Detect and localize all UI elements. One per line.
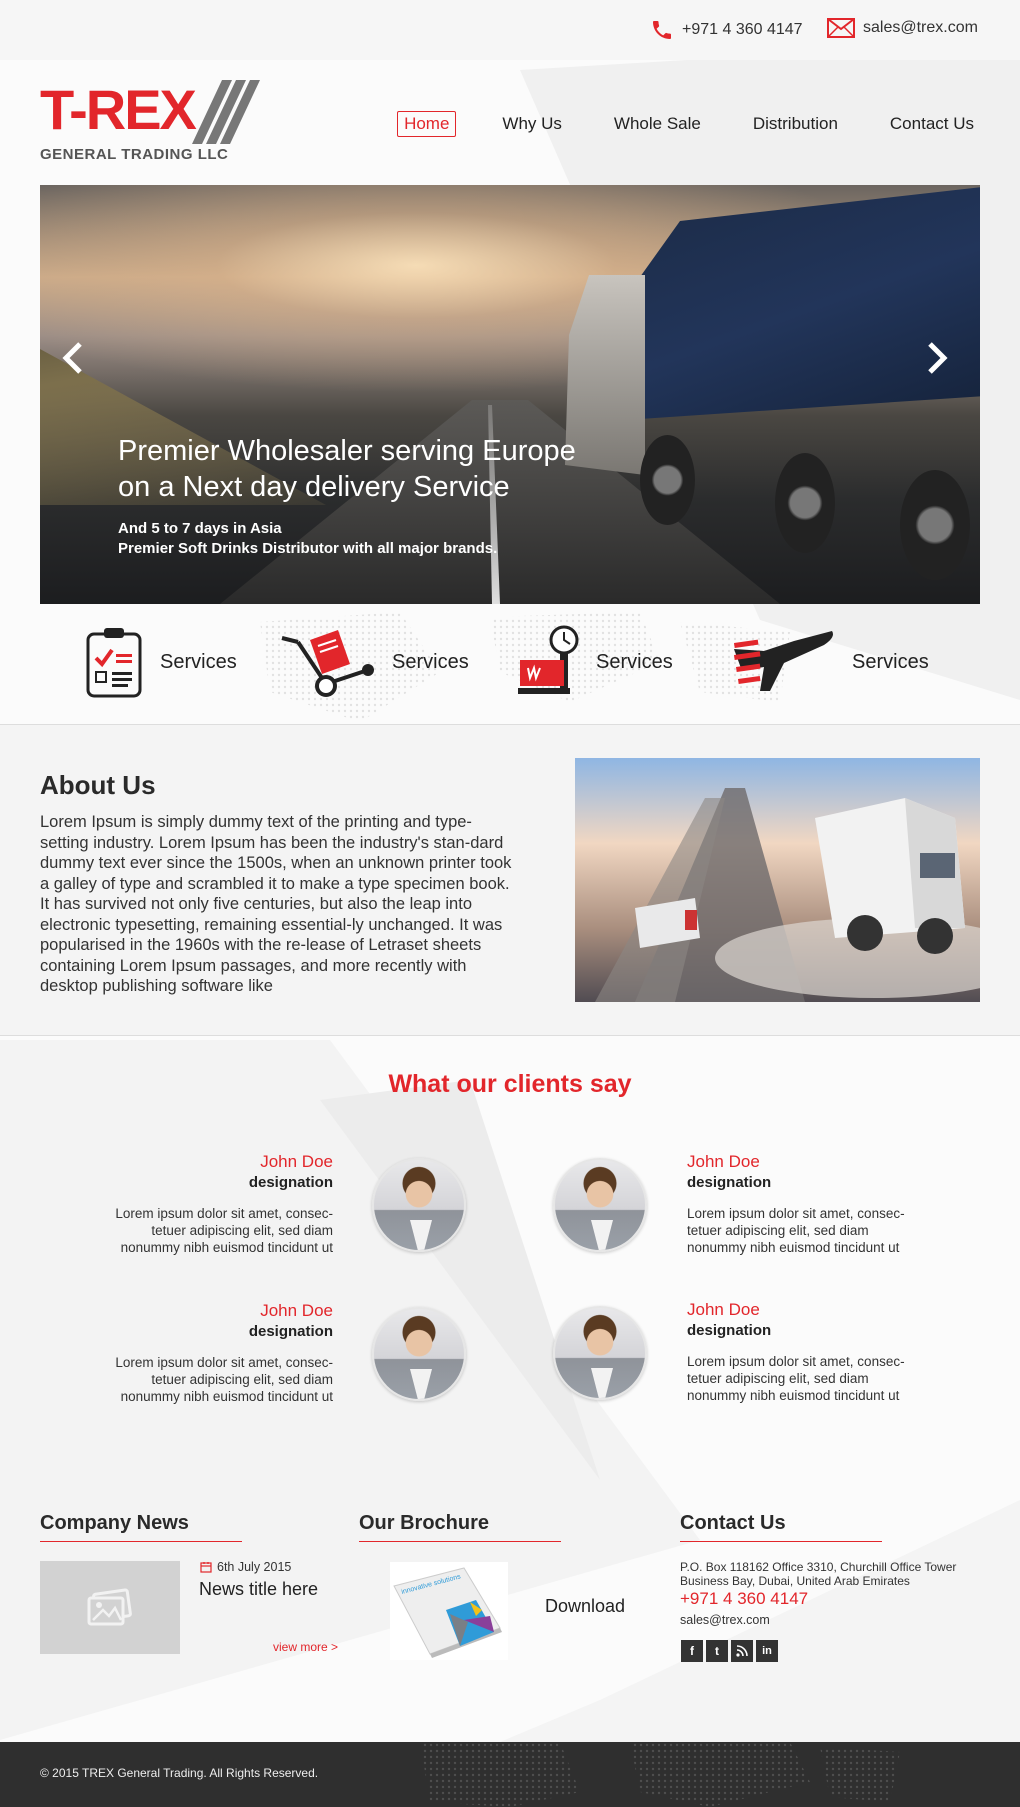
hero-title-line2: on a Next day delivery Service	[118, 471, 510, 503]
service-label-2: Services	[392, 650, 469, 673]
clipboard-icon	[86, 628, 142, 698]
service-label-1: Services	[160, 650, 237, 673]
truck-wheel	[640, 435, 695, 525]
brochure-title: Our Brochure	[359, 1512, 490, 1534]
logo[interactable]: T-REX GENERAL TRADING LLC	[40, 80, 260, 164]
about-image	[575, 758, 980, 1002]
top-email-text: sales@trex.com	[863, 19, 978, 36]
testimonial-text: Lorem ipsum dolor sit amet, consec-tetue…	[687, 1354, 905, 1403]
testimonial-card: John Doe designation Lorem ipsum dolor s…	[687, 1152, 977, 1272]
logo-wordmark: T-REX	[40, 78, 197, 141]
hero-title-line1: Premier Wholesaler serving Europe	[118, 435, 576, 467]
rss-icon[interactable]	[731, 1640, 753, 1662]
service-item-1[interactable]: Services	[84, 622, 237, 702]
avatar	[553, 1306, 647, 1400]
envelope-icon	[827, 18, 855, 38]
contact-divider	[680, 1541, 882, 1542]
news-item-title[interactable]: News title here	[199, 1579, 318, 1600]
contact-title: Contact Us	[680, 1512, 786, 1534]
view-more-link[interactable]: view more >	[273, 1640, 338, 1654]
footer: © 2015 TREX General Trading. All Rights …	[0, 1742, 1020, 1807]
page: +971 4 360 4147 sales@trex.com T-REX GEN…	[0, 0, 1020, 1807]
chevron-right-icon	[928, 342, 948, 374]
image-placeholder-icon	[87, 1588, 132, 1625]
hero-sub-line2: Premier Soft Drinks Distributor with all…	[118, 540, 498, 557]
avatar	[372, 1307, 466, 1401]
testimonial-designation: designation	[248, 1323, 333, 1340]
avatar	[372, 1158, 466, 1252]
nav-whole-sale[interactable]: Whole Sale	[608, 112, 707, 136]
testimonial-designation: designation	[248, 1174, 333, 1191]
service-label-4: Services	[852, 650, 929, 673]
news-date-text: 6th July 2015	[217, 1560, 292, 1574]
brochure-divider	[359, 1541, 561, 1542]
testimonial-text: Lorem ipsum dolor sit amet, consec-tetue…	[115, 1355, 333, 1404]
calendar-icon	[200, 1562, 212, 1573]
news-title: Company News	[40, 1512, 189, 1534]
address-line-1: P.O. Box 118162 Office 3310, Churchill O…	[680, 1560, 957, 1574]
logo-tagline: GENERAL TRADING LLC	[40, 146, 229, 163]
news-divider	[40, 1541, 242, 1542]
logo-slash-marks	[192, 80, 260, 144]
contact-phone[interactable]: +971 4 360 4147	[680, 1589, 808, 1609]
hero-title: Premier Wholesaler serving Europe on a N…	[118, 433, 638, 505]
testimonial-designation: designation	[687, 1322, 772, 1339]
news-thumbnail[interactable]	[40, 1561, 180, 1654]
linkedin-icon[interactable]: in	[756, 1640, 778, 1662]
about-title: About Us	[40, 770, 156, 800]
services-row: Services Services Services Services	[40, 612, 980, 722]
hand-truck-icon	[281, 630, 374, 697]
contact-address: P.O. Box 118162 Office 3310, Churchill O…	[680, 1560, 980, 1588]
slider-prev-button[interactable]	[58, 340, 88, 380]
testimonial-name: John Doe	[260, 1152, 333, 1171]
testimonial-name: John Doe	[687, 1300, 760, 1319]
brochure-cover-illustration: innovative solutions	[390, 1562, 508, 1660]
testimonial-card: John Doe designation Lorem ipsum dolor s…	[0, 1152, 333, 1272]
about-text: Lorem Ipsum is simply dummy text of the …	[40, 813, 512, 995]
contact-email[interactable]: sales@trex.com	[680, 1613, 770, 1627]
nav-why-us[interactable]: Why Us	[496, 112, 568, 136]
chevron-left-icon	[62, 342, 82, 374]
truck-wheel	[900, 470, 970, 580]
airplane-icon	[734, 631, 833, 691]
top-email[interactable]: sales@trex.com	[827, 18, 978, 38]
testimonial-card: John Doe designation Lorem ipsum dolor s…	[0, 1301, 333, 1421]
avatar	[553, 1158, 647, 1252]
testimonial-designation: designation	[687, 1174, 772, 1191]
testimonial-name: John Doe	[260, 1301, 333, 1320]
hero-sub-line1: And 5 to 7 days in Asia	[118, 520, 282, 537]
download-button[interactable]: Download	[545, 1596, 625, 1617]
twitter-icon[interactable]: t	[706, 1640, 728, 1662]
brochure-cover[interactable]: innovative solutions	[390, 1562, 508, 1660]
main-nav: Home Why Us Whole Sale Distribution Cont…	[357, 111, 980, 137]
news-date: 6th July 2015	[200, 1560, 291, 1574]
top-phone[interactable]: +971 4 360 4147	[650, 18, 803, 42]
scale-icon	[518, 625, 579, 694]
copyright-text: © 2015 TREX General Trading. All Rights …	[40, 1766, 319, 1780]
testimonial-text: Lorem ipsum dolor sit amet, consec-tetue…	[687, 1206, 905, 1255]
service-item-3[interactable]: Services	[516, 622, 673, 702]
service-item-4[interactable]: Services	[724, 622, 929, 702]
service-label-3: Services	[596, 650, 673, 673]
footer-world-map-dots	[420, 1742, 900, 1807]
testimonial-text: Lorem ipsum dolor sit amet, consec-tetue…	[115, 1206, 333, 1255]
social-links: f t in	[681, 1640, 781, 1662]
testimonial-card: John Doe designation Lorem ipsum dolor s…	[687, 1300, 977, 1420]
testimonial-name: John Doe	[687, 1152, 760, 1171]
truck-wheel	[775, 453, 835, 553]
phone-icon	[653, 21, 671, 39]
top-phone-text: +971 4 360 4147	[682, 21, 803, 38]
testimonials-title: What our clients say	[388, 1070, 632, 1098]
hero-subtitle: And 5 to 7 days in Asia Premier Soft Dri…	[118, 519, 497, 559]
facebook-icon[interactable]: f	[681, 1640, 703, 1662]
slider-next-button[interactable]	[922, 340, 952, 380]
nav-contact-us[interactable]: Contact Us	[884, 112, 980, 136]
hero-slider: Premier Wholesaler serving Europe on a N…	[40, 185, 980, 604]
address-line-2: Business Bay, Dubai, United Arab Emirate…	[680, 1574, 910, 1588]
nav-home[interactable]: Home	[397, 111, 457, 137]
nav-distribution[interactable]: Distribution	[747, 112, 844, 136]
service-item-2[interactable]: Services	[280, 622, 469, 702]
about-truck-illustration	[575, 758, 980, 1002]
